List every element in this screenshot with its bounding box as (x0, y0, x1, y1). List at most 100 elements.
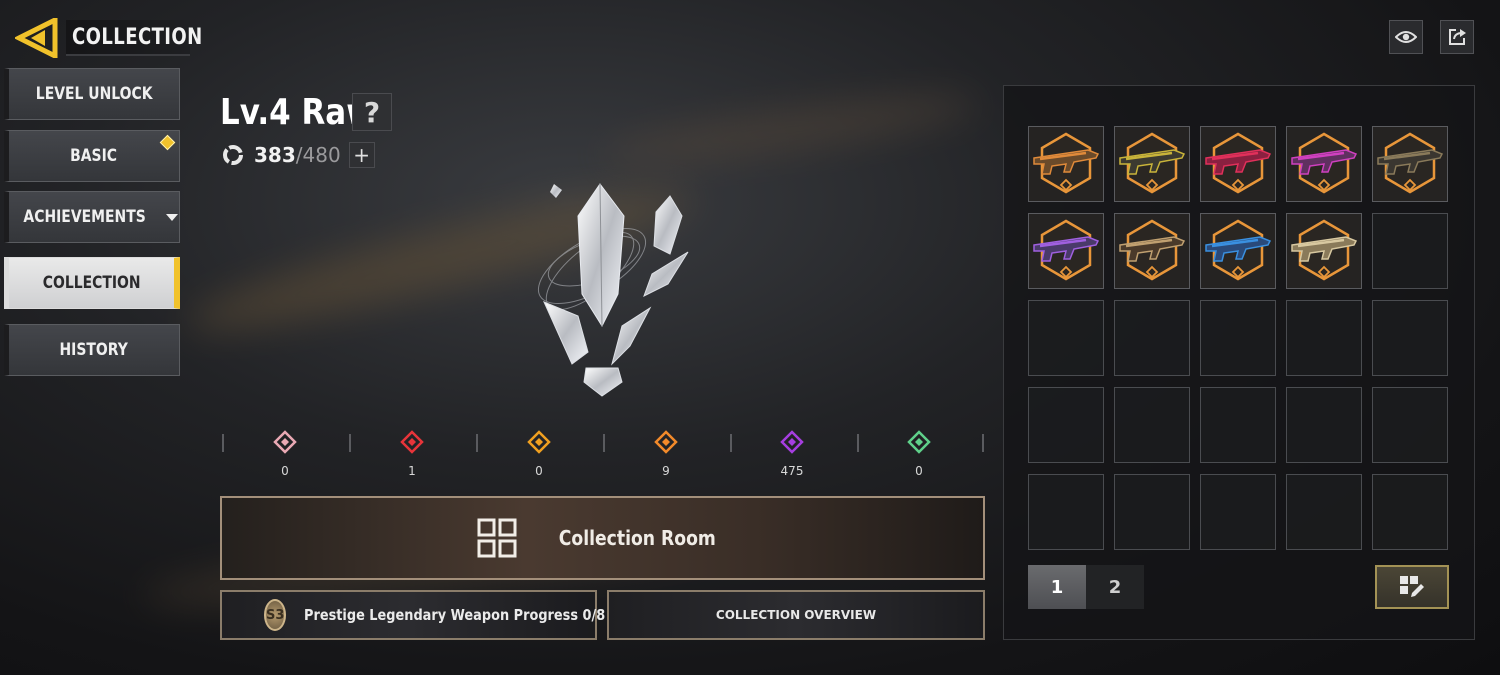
empty-weapon-slot (1114, 474, 1190, 550)
sidebar-item-level-unlock[interactable]: LEVEL UNLOCK (4, 68, 180, 120)
weapon-skin-icon (1205, 219, 1272, 281)
prestige-progress-button[interactable]: S3 Prestige Legendary Weapon Progress 0/… (220, 590, 606, 640)
chevron-down-icon (165, 213, 178, 221)
weapon-slot[interactable] (1028, 126, 1104, 202)
collection-overview-label: COLLECTION OVERVIEW (715, 608, 877, 622)
rarity-item: 0 (255, 430, 315, 478)
weapon-skin-icon (1033, 219, 1100, 281)
edit-layout-button[interactable] (1375, 565, 1449, 609)
collection-overview-button[interactable]: COLLECTION OVERVIEW (607, 590, 985, 640)
page-tab-2[interactable]: 2 (1086, 565, 1144, 609)
progress-current: 383 (254, 143, 296, 167)
share-button[interactable] (1440, 20, 1474, 54)
weapon-slot[interactable] (1372, 126, 1448, 202)
progress-max: /480 (295, 143, 341, 167)
empty-weapon-slot (1028, 300, 1104, 376)
rarity-count: 475 (780, 464, 804, 478)
rarity-count: 0 (535, 464, 543, 478)
new-badge-icon (159, 134, 176, 151)
season-badge: S3 (264, 599, 287, 631)
empty-weapon-slot (1372, 213, 1448, 289)
collection-room-label: Collection Room (558, 526, 717, 550)
rarity-purple-icon (780, 430, 804, 454)
rarity-divider (476, 434, 478, 452)
rarity-divider (222, 434, 224, 452)
empty-weapon-slot (1372, 474, 1448, 550)
page-tab-1[interactable]: 1 (1028, 565, 1086, 609)
weapon-skin-icon (1205, 132, 1272, 194)
rarity-item: 1 (382, 430, 442, 478)
empty-weapon-slot (1028, 387, 1104, 463)
rarity-item: 9 (636, 430, 696, 478)
sidebar-item-label: ACHIEVEMENTS (23, 207, 147, 227)
rarity-divider (603, 434, 605, 452)
empty-weapon-slot (1200, 300, 1276, 376)
sidebar-item-label: HISTORY (59, 340, 129, 360)
rarity-count: 0 (281, 464, 289, 478)
rarity-divider (730, 434, 732, 452)
sidebar-item-basic[interactable]: BASIC (4, 130, 180, 182)
back-button[interactable] (14, 18, 60, 58)
page-tabs: 12 (1028, 565, 1144, 609)
empty-weapon-slot (1286, 300, 1362, 376)
plus-icon: + (353, 143, 371, 167)
rarity-red-icon (400, 430, 424, 454)
empty-weapon-slot (1200, 387, 1276, 463)
sidebar-item-history[interactable]: HISTORY (4, 324, 180, 376)
rarity-divider (857, 434, 859, 452)
rarity-divider (349, 434, 351, 452)
eye-icon (1395, 31, 1417, 43)
empty-weapon-slot (1286, 474, 1362, 550)
rarity-white-icon (273, 430, 297, 454)
edit-grid-icon (1400, 576, 1424, 597)
weapon-slot[interactable] (1200, 213, 1276, 289)
sidebar-item-label: LEVEL UNLOCK (35, 84, 153, 104)
help-label: ? (363, 95, 381, 129)
progress-ring-icon (223, 145, 243, 165)
sidebar-item-achievements[interactable]: ACHIEVEMENTS (4, 191, 180, 243)
level-progress: 383 /480 + (222, 142, 375, 168)
crystal-artwork (537, 183, 689, 397)
collection-room-icon (477, 518, 517, 558)
weapon-slot[interactable] (1286, 126, 1362, 202)
weapon-slot[interactable] (1114, 213, 1190, 289)
weapon-grid (1028, 126, 1448, 550)
page-title: COLLECTION (66, 20, 202, 56)
empty-weapon-slot (1114, 300, 1190, 376)
weapon-skin-icon (1291, 132, 1358, 194)
weapon-skin-icon (1119, 219, 1186, 281)
rarity-divider (982, 434, 984, 452)
add-points-button[interactable]: + (348, 142, 375, 168)
share-icon (1449, 29, 1466, 45)
rarity-counts: 0 1 0 9 475 0 (222, 430, 984, 480)
rarity-gold-icon (654, 430, 678, 454)
collection-room-button[interactable]: Collection Room (220, 496, 985, 580)
rarity-item: 0 (509, 430, 569, 478)
rarity-count: 9 (662, 464, 670, 478)
weapon-slot[interactable] (1114, 126, 1190, 202)
weapon-collection-panel: 12 (1003, 85, 1475, 640)
empty-weapon-slot (1286, 387, 1362, 463)
weapon-skin-icon (1291, 219, 1358, 281)
rarity-item: 475 (762, 430, 822, 478)
rarity-orange-icon (527, 430, 551, 454)
weapon-skin-icon (1119, 132, 1186, 194)
weapon-slot[interactable] (1286, 213, 1362, 289)
empty-weapon-slot (1028, 474, 1104, 550)
rarity-count: 1 (408, 464, 416, 478)
help-button[interactable]: ? (352, 93, 392, 131)
rarity-item: 0 (889, 430, 949, 478)
weapon-slot[interactable] (1200, 126, 1276, 202)
weapon-skin-icon (1033, 132, 1100, 194)
back-arrow-icon (15, 18, 58, 58)
sidebar-item-collection[interactable]: COLLECTION (4, 257, 180, 309)
sidebar-item-label: COLLECTION (42, 273, 141, 293)
empty-weapon-slot (1114, 387, 1190, 463)
empty-weapon-slot (1372, 387, 1448, 463)
rarity-count: 0 (915, 464, 923, 478)
view-button[interactable] (1389, 20, 1423, 54)
empty-weapon-slot (1372, 300, 1448, 376)
weapon-slot[interactable] (1028, 213, 1104, 289)
empty-weapon-slot (1200, 474, 1276, 550)
sidebar-item-label: BASIC (70, 146, 118, 166)
